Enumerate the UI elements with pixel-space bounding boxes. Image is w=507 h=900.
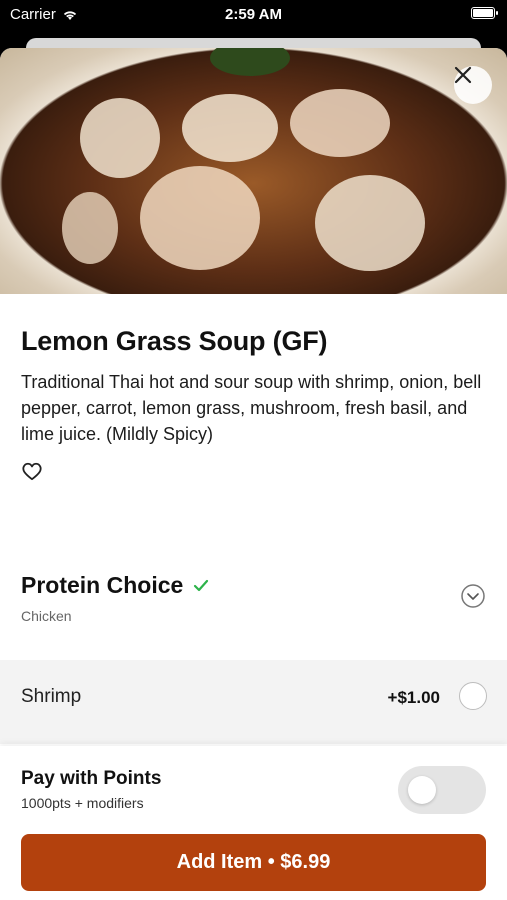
toggle-knob (408, 776, 436, 804)
option-radio[interactable] (459, 682, 487, 710)
soup-illustration (62, 48, 425, 271)
pay-with-points-title: Pay with Points (21, 768, 162, 789)
protein-choice-title: Protein Choice (21, 572, 184, 598)
option-price: +$1.00 (387, 688, 440, 707)
chevron-down-circle-icon[interactable] (461, 584, 485, 608)
item-info: Lemon Grass Soup (GF) Traditional Thai h… (21, 294, 486, 486)
protein-choice-header: Protein Choice (21, 572, 209, 599)
close-icon (454, 66, 472, 84)
pay-with-points-subtitle: 1000pts + modifiers (21, 795, 144, 811)
protein-choice-section[interactable]: Protein Choice Chicken (0, 558, 507, 668)
option-label: Shrimp (21, 686, 82, 707)
item-detail-sheet: Lemon Grass Soup (GF) Traditional Thai h… (0, 48, 507, 900)
battery-icon (471, 7, 498, 19)
checkmark-icon (194, 579, 209, 591)
protein-option-row[interactable]: Shrimp +$1.00 (0, 660, 507, 744)
status-time: 2:59 AM (225, 6, 282, 23)
pay-with-points-toggle[interactable] (398, 766, 486, 814)
item-title: Lemon Grass Soup (GF) (21, 326, 328, 356)
add-item-button[interactable]: Add Item • $6.99 (21, 834, 486, 891)
checkout-footer: Pay with Points 1000pts + modifiers Add … (0, 746, 507, 900)
close-button[interactable] (454, 66, 492, 104)
status-bar: Carrier 2:59 AM (0, 0, 507, 30)
add-item-label: Add Item • $6.99 (176, 851, 331, 873)
item-description: Traditional Thai hot and sour soup with … (21, 372, 482, 444)
heart-outline-icon[interactable] (21, 461, 43, 481)
protein-selected-value: Chicken (21, 608, 72, 624)
item-photo (0, 48, 507, 294)
